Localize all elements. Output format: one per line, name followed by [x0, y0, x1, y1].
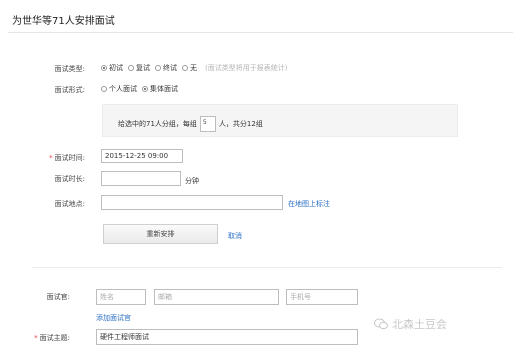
interview-time-input[interactable]: 2015-12-25 09:00	[101, 149, 183, 163]
interview-subject-text: 面试主题:	[39, 334, 70, 342]
form-radio-individual[interactable]	[101, 86, 107, 92]
page-title: 为世华等71人安排面试	[12, 16, 115, 27]
interview-type-label: 面试类型:	[54, 65, 85, 73]
wechat-icon	[374, 318, 388, 330]
interview-time-text: 面试时间:	[54, 154, 85, 162]
title-divider	[8, 32, 513, 33]
type-radio-final[interactable]	[155, 65, 161, 71]
interview-form-options: 个人面试 集体面试	[98, 84, 178, 94]
watermark-text: 北森土豆会	[392, 318, 447, 331]
section-divider	[32, 267, 502, 268]
form-radio-group[interactable]	[142, 86, 148, 92]
type-label-none[interactable]: 无	[190, 63, 197, 73]
cancel-link[interactable]: 取消	[228, 231, 242, 241]
interview-type-options: 初试 复试 终试 无 (面试类型将用于报表统计)	[98, 63, 287, 73]
required-mark: *	[49, 154, 53, 162]
interview-subject-input[interactable]: 硬件工程师面试	[96, 329, 358, 345]
interview-form-label: 面试形式:	[54, 86, 85, 94]
grouping-suffix: 人，共分12组	[218, 120, 263, 128]
interview-location-label: 面试地点:	[54, 200, 85, 208]
type-label-second[interactable]: 复试	[136, 63, 150, 73]
watermark: 北森土豆会	[374, 316, 447, 332]
interview-subject-label: * 面试主题:	[10, 333, 70, 343]
interviewer-email-input[interactable]: 邮箱	[154, 289, 279, 305]
rearrange-button[interactable]: 重新安排	[103, 224, 218, 244]
type-radio-none[interactable]	[182, 65, 188, 71]
type-hint: (面试类型将用于报表统计)	[205, 64, 288, 72]
type-radio-second[interactable]	[128, 65, 134, 71]
map-mark-link[interactable]: 在地图上标注	[288, 199, 330, 209]
interviewer-name-input[interactable]: 姓名	[96, 289, 146, 305]
add-interviewer-link[interactable]: 添加面试官	[96, 313, 131, 323]
interview-time-label: * 面试时间:	[25, 153, 85, 163]
required-mark: *	[34, 334, 38, 342]
grouping-text: 给选中的71人分组，每组 5 人，共分12组	[118, 116, 263, 132]
type-label-initial[interactable]: 初试	[109, 63, 123, 73]
grouping-prefix: 给选中的71人分组，每组	[118, 120, 197, 128]
interview-location-input[interactable]	[101, 195, 283, 210]
duration-unit: 分钟	[185, 177, 199, 185]
interview-duration-label: 面试时长:	[54, 175, 85, 183]
type-radio-initial[interactable]	[101, 65, 107, 71]
interviewer-label: 面试官:	[46, 293, 70, 301]
grouping-panel: 给选中的71人分组，每组 5 人，共分12组	[102, 104, 458, 137]
form-label-group[interactable]: 集体面试	[150, 84, 178, 94]
interview-duration-input[interactable]	[101, 171, 181, 186]
interviewer-phone-input[interactable]: 手机号	[286, 289, 358, 305]
form-label-individual[interactable]: 个人面试	[109, 84, 137, 94]
per-group-input[interactable]: 5	[199, 116, 216, 132]
type-label-final[interactable]: 终试	[163, 63, 177, 73]
